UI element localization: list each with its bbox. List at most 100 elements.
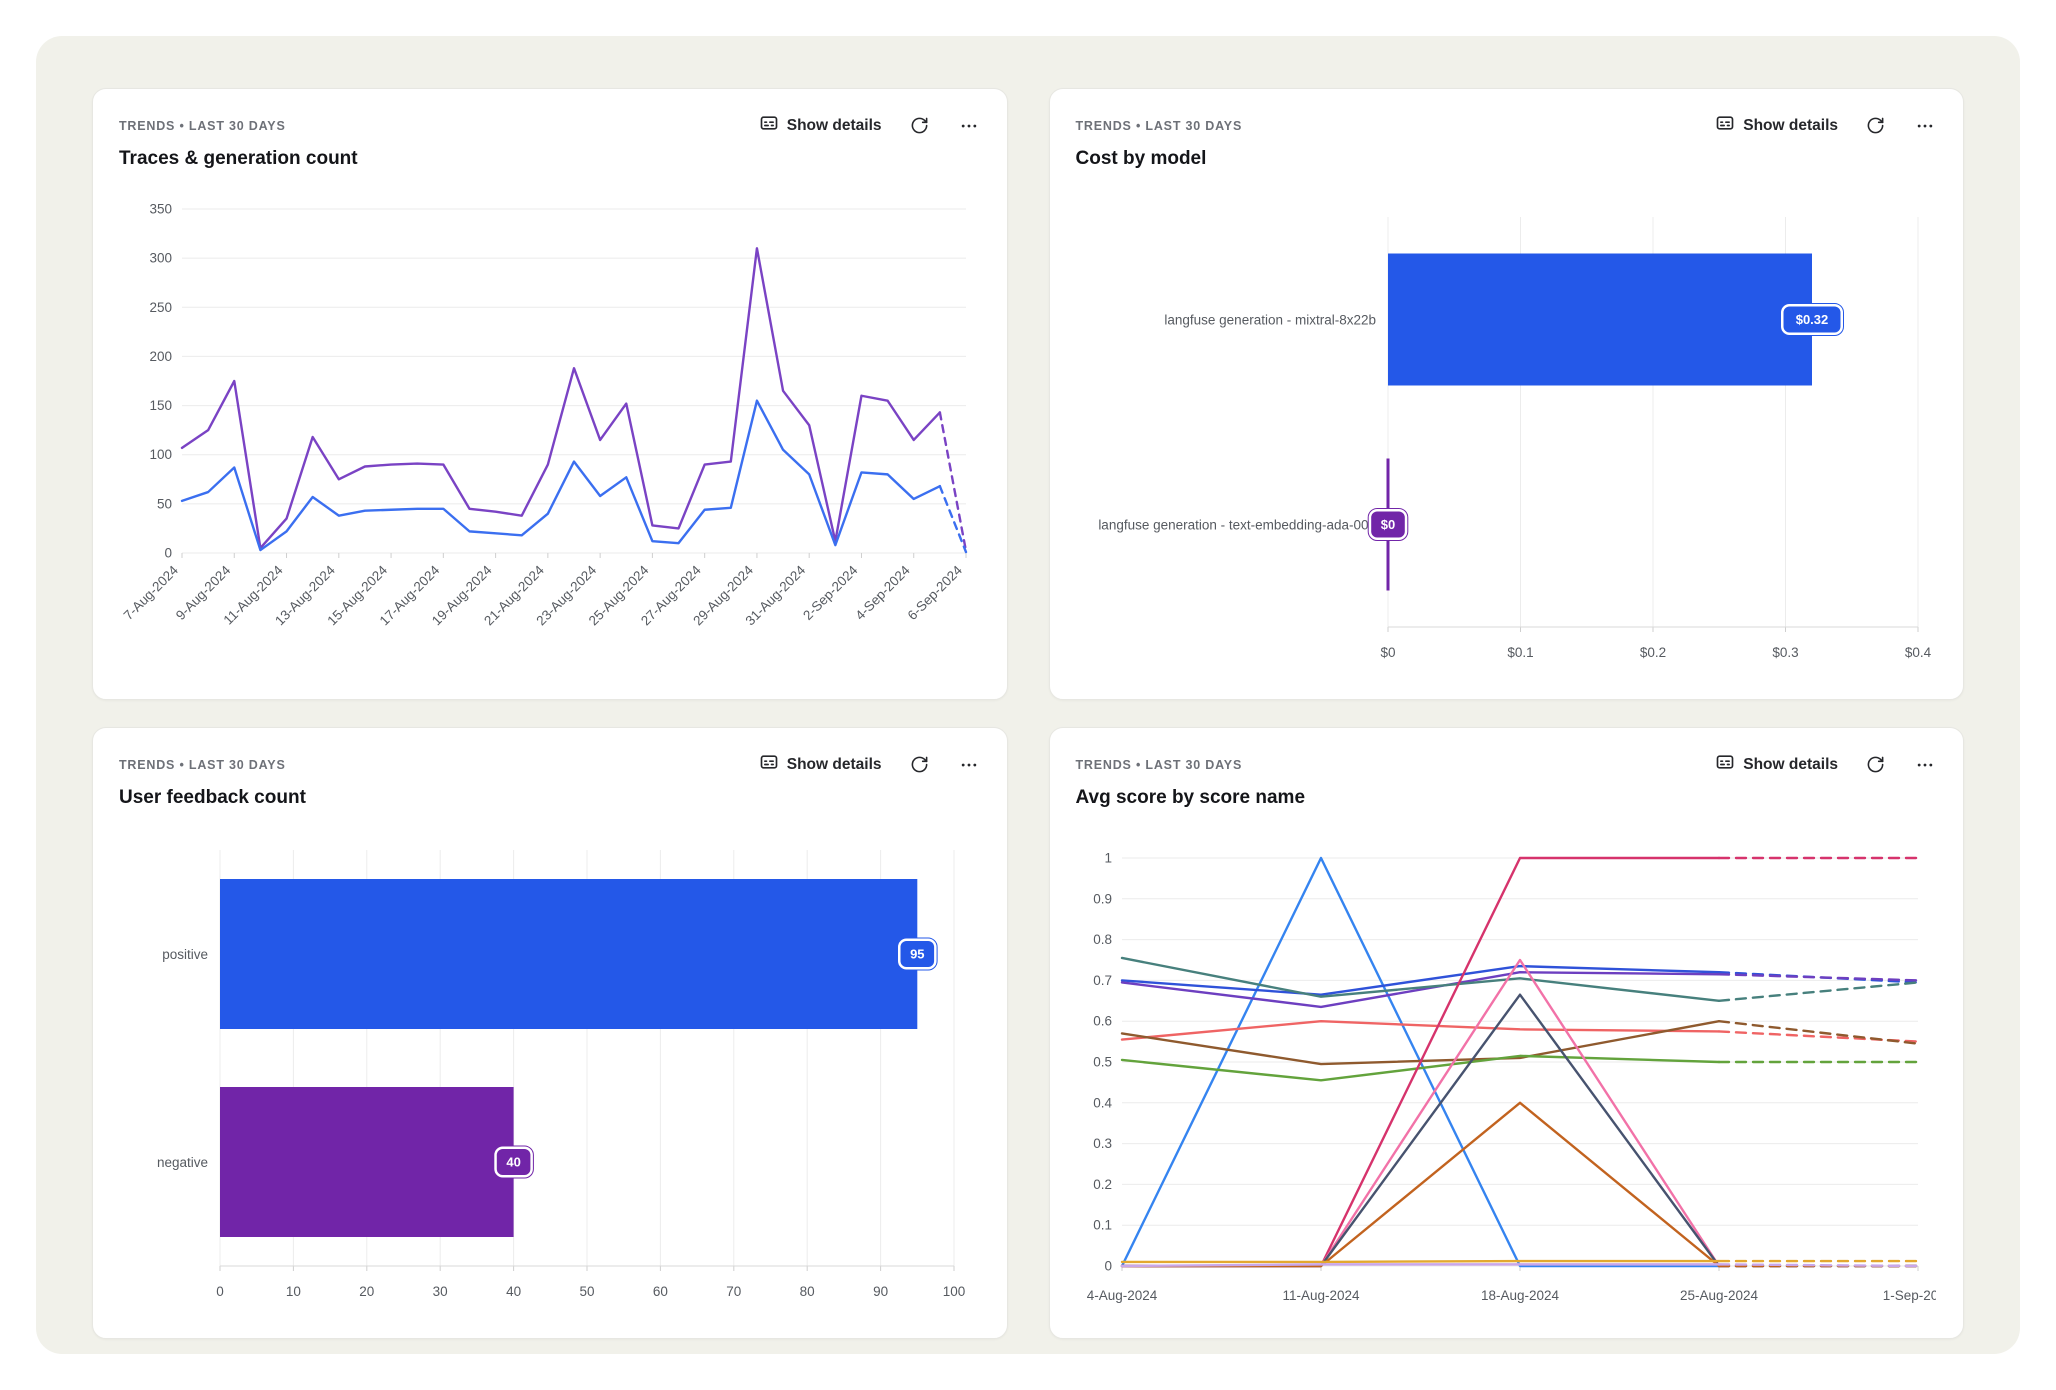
svg-text:100: 100	[149, 447, 172, 462]
refresh-button[interactable]	[908, 753, 931, 776]
svg-text:0.4: 0.4	[1093, 1095, 1112, 1110]
ellipsis-icon	[959, 755, 979, 775]
card-header: TRENDS • LAST 30 DAYS Show details	[1076, 752, 1938, 777]
svg-text:50: 50	[157, 496, 172, 511]
svg-text:$0.1: $0.1	[1508, 645, 1534, 660]
chart-area: 0501001502002503003507-Aug-20249-Aug-202…	[119, 170, 981, 681]
svg-text:negative: negative	[157, 1155, 208, 1170]
svg-text:200: 200	[149, 349, 172, 364]
traces-generation-line-chart: 0501001502002503003507-Aug-20249-Aug-202…	[120, 195, 980, 681]
svg-text:350: 350	[149, 202, 172, 217]
chart-area: $0 $0.1 $0.2 $0.3 $0.4 langfuse generation - …	[1076, 170, 1938, 681]
card-title: Traces & generation count	[119, 148, 981, 170]
svg-text:60: 60	[653, 1284, 668, 1299]
show-details-button[interactable]: Show details	[1715, 752, 1838, 777]
svg-text:positive: positive	[162, 947, 208, 962]
svg-text:80: 80	[799, 1284, 814, 1299]
svg-text:langfuse generation - text-emb: langfuse generation - text-embedding-ada…	[1099, 518, 1377, 533]
svg-text:7-Aug-2024: 7-Aug-2024	[120, 562, 181, 623]
details-card-icon	[759, 113, 779, 138]
svg-text:$0.4: $0.4	[1905, 645, 1932, 660]
card-avg-score-by-score-name: TRENDS • LAST 30 DAYS Show details	[1049, 727, 1965, 1339]
svg-text:150: 150	[149, 398, 172, 413]
card-header: TRENDS • LAST 30 DAYS Show details	[1076, 113, 1938, 138]
svg-text:0.9: 0.9	[1093, 891, 1112, 906]
card-user-feedback-count: TRENDS • LAST 30 DAYS Show details	[92, 727, 1008, 1339]
svg-text:90: 90	[873, 1284, 888, 1299]
ellipsis-icon	[959, 116, 979, 136]
svg-text:$0.2: $0.2	[1640, 645, 1666, 660]
show-details-label: Show details	[787, 756, 882, 774]
card-title: Avg score by score name	[1076, 787, 1938, 809]
svg-text:10: 10	[286, 1284, 301, 1299]
svg-text:0: 0	[1105, 1259, 1113, 1274]
cost-by-model-bar-chart: $0 $0.1 $0.2 $0.3 $0.4 langfuse generation - …	[1076, 195, 1936, 681]
svg-text:18-Aug-2024: 18-Aug-2024	[1481, 1288, 1560, 1303]
more-menu-button[interactable]	[1913, 114, 1937, 138]
refresh-icon	[910, 755, 929, 774]
dashboard-page: TRENDS • LAST 30 DAYS Show details	[0, 0, 2056, 1390]
svg-text:70: 70	[726, 1284, 741, 1299]
svg-text:100: 100	[942, 1284, 965, 1299]
svg-text:40: 40	[506, 1284, 521, 1299]
show-details-label: Show details	[1743, 117, 1838, 135]
card-title: Cost by model	[1076, 148, 1938, 170]
svg-text:0: 0	[164, 546, 172, 561]
more-menu-button[interactable]	[1913, 753, 1937, 777]
show-details-label: Show details	[1743, 756, 1838, 774]
svg-text:30: 30	[432, 1284, 447, 1299]
card-eyebrow: TRENDS • LAST 30 DAYS	[1076, 119, 1243, 133]
details-card-icon	[759, 752, 779, 777]
svg-text:300: 300	[149, 251, 172, 266]
svg-text:0.1: 0.1	[1093, 1218, 1112, 1233]
card-header: TRENDS • LAST 30 DAYS Show details	[119, 113, 981, 138]
card-eyebrow: TRENDS • LAST 30 DAYS	[119, 758, 286, 772]
svg-text:1-Sep-2024: 1-Sep-2024	[1883, 1288, 1936, 1303]
svg-text:$0.32: $0.32	[1796, 312, 1829, 327]
ellipsis-icon	[1915, 755, 1935, 775]
card-actions: Show details	[759, 752, 981, 777]
svg-text:11-Aug-2024: 11-Aug-2024	[1283, 1288, 1361, 1303]
svg-text:$0.3: $0.3	[1773, 645, 1799, 660]
svg-text:1: 1	[1105, 851, 1113, 866]
chart-area: 0102030405060708090100positive95negative…	[119, 809, 981, 1320]
svg-text:20: 20	[359, 1284, 374, 1299]
show-details-button[interactable]: Show details	[1715, 113, 1838, 138]
more-menu-button[interactable]	[957, 114, 981, 138]
details-card-icon	[1715, 752, 1735, 777]
svg-text:50: 50	[579, 1284, 594, 1299]
svg-text:$0: $0	[1381, 645, 1396, 660]
refresh-icon	[910, 116, 929, 135]
svg-text:0.8: 0.8	[1093, 932, 1112, 947]
svg-text:4-Sep-2024: 4-Sep-2024	[852, 562, 913, 623]
refresh-button[interactable]	[908, 114, 931, 137]
card-eyebrow: TRENDS • LAST 30 DAYS	[1076, 758, 1243, 772]
svg-text:40: 40	[506, 1155, 520, 1170]
card-actions: Show details	[1715, 752, 1937, 777]
card-actions: Show details	[759, 113, 981, 138]
svg-text:0.6: 0.6	[1093, 1014, 1112, 1029]
avg-score-line-chart: 00.10.20.30.40.50.60.70.80.914-Aug-20241…	[1076, 834, 1936, 1320]
card-title: User feedback count	[119, 787, 981, 809]
svg-text:0.2: 0.2	[1093, 1177, 1112, 1192]
card-eyebrow: TRENDS • LAST 30 DAYS	[119, 119, 286, 133]
refresh-button[interactable]	[1864, 753, 1887, 776]
svg-text:0.5: 0.5	[1093, 1055, 1112, 1070]
dashboard-grid: TRENDS • LAST 30 DAYS Show details	[36, 36, 2020, 1354]
card-cost-by-model: TRENDS • LAST 30 DAYS Show details	[1049, 88, 1965, 700]
svg-text:0.7: 0.7	[1093, 973, 1112, 988]
svg-text:0.3: 0.3	[1093, 1136, 1112, 1151]
svg-text:250: 250	[149, 300, 172, 315]
refresh-icon	[1866, 755, 1885, 774]
show-details-button[interactable]: Show details	[759, 752, 882, 777]
more-menu-button[interactable]	[957, 753, 981, 777]
refresh-button[interactable]	[1864, 114, 1887, 137]
card-traces-generation-count: TRENDS • LAST 30 DAYS Show details	[92, 88, 1008, 700]
svg-text:95: 95	[910, 947, 924, 962]
svg-text:$0: $0	[1381, 517, 1395, 532]
svg-text:25-Aug-2024: 25-Aug-2024	[1680, 1288, 1759, 1303]
show-details-button[interactable]: Show details	[759, 113, 882, 138]
refresh-icon	[1866, 116, 1885, 135]
ellipsis-icon	[1915, 116, 1935, 136]
user-feedback-bar-chart: 0102030405060708090100positive95negative…	[120, 834, 980, 1320]
